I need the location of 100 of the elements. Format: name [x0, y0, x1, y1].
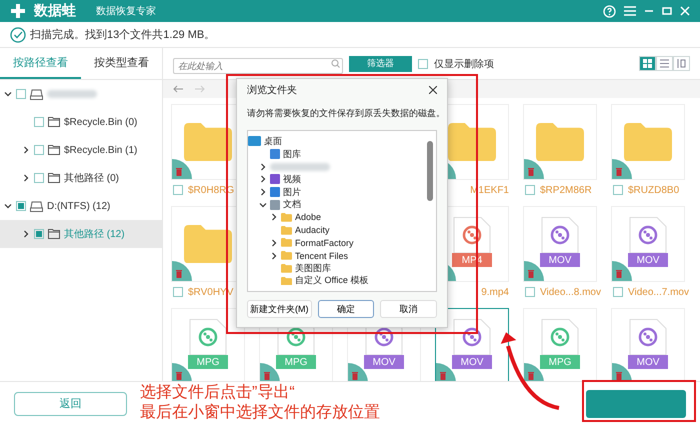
grid-view-icon[interactable]: [639, 56, 656, 71]
list-view-icon[interactable]: [656, 56, 673, 71]
folder-icon: [48, 229, 60, 239]
checkbox[interactable]: [613, 287, 623, 297]
scrollbar-thumb[interactable]: [427, 141, 433, 201]
checkbox[interactable]: [173, 287, 183, 297]
folder-icon: [281, 276, 292, 286]
back-button[interactable]: 返回: [14, 392, 127, 416]
folder-icon: [281, 238, 292, 248]
check-circle-icon: [10, 26, 26, 42]
checkbox[interactable]: [16, 89, 26, 99]
chevron-down-icon[interactable]: [4, 90, 12, 98]
checkbox[interactable]: [34, 229, 44, 239]
checkbox[interactable]: [34, 145, 44, 155]
dialog-button[interactable]: 新建文件夹(M): [247, 300, 312, 318]
search-field[interactable]: 在此处输入: [173, 58, 343, 74]
tree-item[interactable]: $Recycle.Bin (0): [0, 108, 162, 136]
chevron-right-icon[interactable]: [22, 146, 30, 154]
folder-tree-item[interactable]: 桌面: [248, 135, 424, 148]
dialog-button[interactable]: 取消: [380, 300, 437, 318]
tree-label: $Recycle.Bin (1): [64, 144, 138, 156]
checkbox[interactable]: [525, 287, 535, 297]
document-icon: [270, 200, 280, 210]
blurred-label: [270, 162, 330, 171]
file-name: Video...7.mov: [628, 286, 689, 298]
checkbox[interactable]: [34, 117, 44, 127]
checkbox[interactable]: [613, 185, 623, 195]
file-card[interactable]: [523, 104, 597, 180]
format-label: MOV: [364, 355, 404, 369]
logo-icon: [10, 3, 26, 19]
folder-tree-item[interactable]: FormatFactory: [248, 236, 424, 250]
folder-icon: [48, 117, 60, 127]
checkbox[interactable]: [418, 58, 428, 68]
file-card[interactable]: MOV: [523, 206, 597, 282]
folder-tree-item[interactable]: 图片: [248, 186, 424, 198]
close-button[interactable]: [429, 86, 437, 94]
file-name: Video...8.mov: [540, 286, 601, 298]
tree-item[interactable]: 其他路径 (0): [0, 164, 162, 192]
folder-icon: [48, 145, 60, 155]
app-name: 数据蛙: [34, 2, 76, 20]
trash-icon: [616, 372, 622, 380]
chevron-right-icon[interactable]: [22, 174, 30, 182]
folder-tree-item[interactable]: Audacity: [248, 224, 424, 236]
checkbox[interactable]: [173, 185, 183, 195]
file-card[interactable]: MOV: [611, 206, 685, 282]
format-label: MPG: [540, 355, 580, 369]
tree-label: 其他路径 (12): [64, 228, 125, 241]
folder-icon: [624, 122, 672, 162]
video-file-icon: [452, 319, 492, 355]
trash-icon: [616, 168, 622, 176]
drive-icon: [30, 200, 43, 212]
search-icon[interactable]: [331, 58, 340, 68]
format-label: MOV: [540, 253, 580, 267]
file-card[interactable]: [611, 104, 685, 180]
drive-icon: [30, 88, 43, 100]
checkbox[interactable]: [525, 185, 535, 195]
preview-view-icon[interactable]: [673, 56, 690, 71]
folder-icon: [536, 122, 584, 162]
folder-tree-item[interactable]: 文档: [248, 198, 424, 212]
desktop-icon: [248, 136, 261, 146]
video-file-icon: [628, 319, 668, 355]
folder-tree-item[interactable]: Tencent Files: [248, 249, 424, 262]
dialog-button[interactable]: 确定: [318, 300, 374, 318]
folder-tree-item[interactable]: 图库: [248, 148, 424, 160]
folder-icon: [281, 264, 292, 273]
checkbox-label: 仅显示删除项: [434, 58, 494, 70]
checkbox[interactable]: [16, 201, 26, 211]
file-name: $RP2M86R: [540, 184, 592, 196]
filter-button[interactable]: 筛选器: [349, 56, 412, 72]
video-file-icon: [188, 319, 228, 355]
folder-tree-item[interactable]: Adobe: [248, 211, 424, 224]
menu-icon[interactable]: [624, 6, 636, 16]
trash-icon: [176, 270, 182, 278]
blurred-label: [47, 90, 97, 98]
back-arrow-icon[interactable]: [173, 85, 183, 93]
checkbox[interactable]: [34, 173, 44, 183]
folder-tree-item[interactable]: 视频: [248, 173, 424, 186]
chevron-right-icon[interactable]: [270, 213, 278, 222]
close-icon[interactable]: [680, 6, 690, 16]
video-file-icon: [540, 217, 580, 253]
chevron-down-icon[interactable]: [4, 202, 12, 210]
trash-icon: [352, 372, 358, 380]
picture-icon: [270, 187, 280, 198]
annotation-text: 选择文件后点击”导出“: [140, 383, 295, 402]
picture-icon: [270, 149, 280, 160]
tree-label: D:(NTFS) (12): [47, 200, 110, 212]
app-subtitle: 数据恢复专家: [96, 4, 156, 18]
folder-tree-item[interactable]: 自定义 Office 模板: [248, 274, 424, 288]
trash-icon: [264, 372, 270, 380]
tree-item[interactable]: $Recycle.Bin (1): [0, 136, 162, 164]
folder-tree-item[interactable]: 美图图库: [248, 262, 424, 275]
trash-icon: [176, 372, 182, 380]
chevron-right-icon[interactable]: [22, 230, 30, 238]
help-icon[interactable]: [603, 4, 616, 18]
tree-item[interactable]: D:(NTFS) (12): [0, 192, 162, 220]
format-label: MOV: [628, 355, 668, 369]
maximize-icon[interactable]: [662, 6, 672, 16]
chevron-down-icon[interactable]: [259, 200, 267, 209]
format-label: MPG: [276, 355, 316, 369]
file-name: 9.mp4: [481, 286, 509, 298]
